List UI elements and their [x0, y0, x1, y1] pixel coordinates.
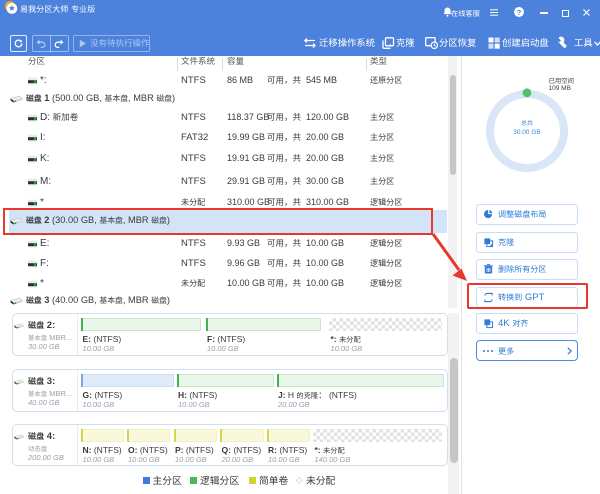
- svg-text:?: ?: [517, 8, 522, 17]
